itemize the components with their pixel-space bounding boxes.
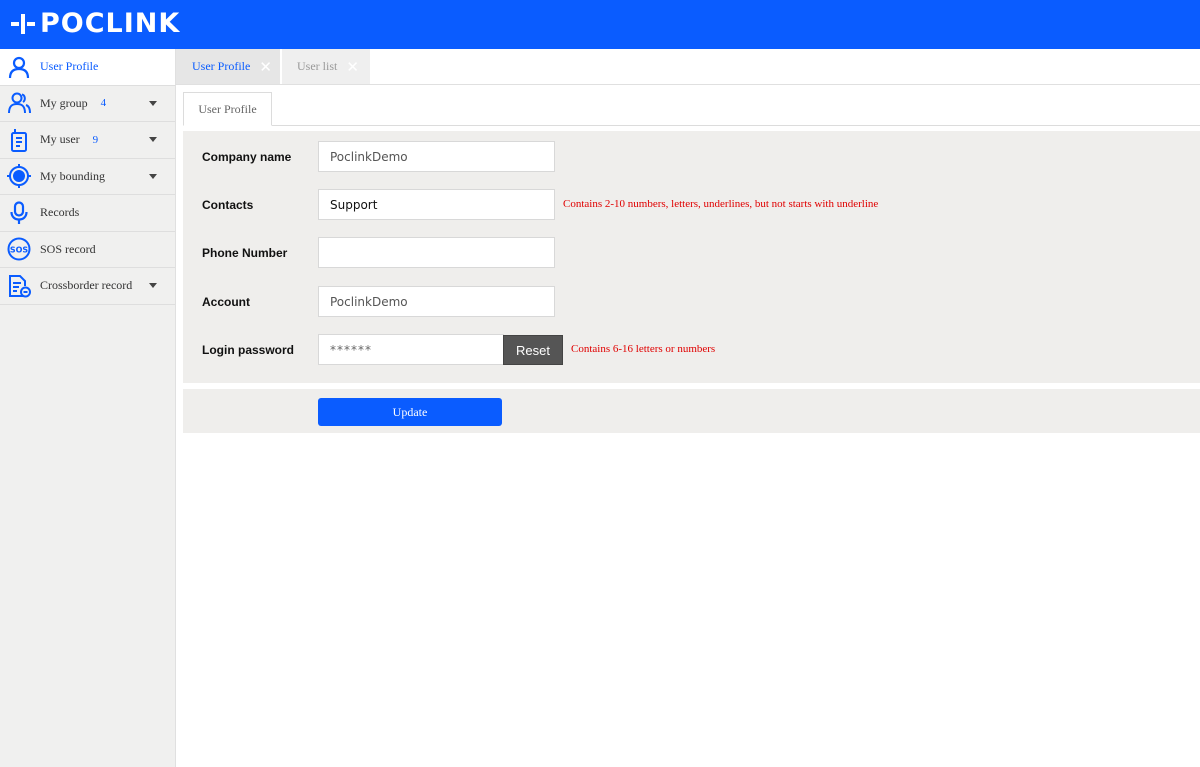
login-password-label: Login password [202, 343, 295, 357]
contacts-label: Contacts [202, 198, 254, 212]
tab-label: User list [297, 59, 338, 73]
user-icon [7, 55, 31, 79]
reset-password-button[interactable]: Reset [503, 335, 563, 365]
brand-logo[interactable]: POCLINK [11, 9, 180, 39]
sidebar-item-crossborder-record[interactable]: Crossborder record [0, 268, 175, 305]
top-bar: POCLINK [0, 0, 1200, 49]
logo-mark-icon [11, 12, 35, 36]
contacts-hint: Contains 2-10 numbers, letters, underlin… [563, 198, 879, 210]
subtab-label: User Profile [198, 101, 257, 116]
sidebar-item-my-bounding[interactable]: My bounding [0, 159, 175, 195]
group-icon [7, 91, 31, 115]
chevron-down-icon[interactable] [149, 173, 157, 179]
company-name-field[interactable]: PoclinkDemo [318, 141, 555, 172]
tab-user-list[interactable]: User list ✕ [282, 49, 370, 84]
radio-device-icon [7, 128, 31, 152]
sidebar: User Profile My group 4 My user 9 My bou… [0, 49, 176, 767]
tab-label: User Profile [192, 59, 251, 73]
sidebar-item-label: My user [40, 132, 80, 147]
group-count-badge: 4 [100, 97, 107, 110]
sidebar-item-user-profile[interactable]: User Profile [0, 49, 175, 86]
sidebar-item-my-user[interactable]: My user 9 [0, 122, 175, 159]
sidebar-item-records[interactable]: Records [0, 195, 175, 232]
form-row-login-password: Login password ****** Reset Contains 6-1… [183, 334, 1200, 366]
document-icon [7, 274, 31, 298]
account-label: Account [202, 295, 250, 309]
sidebar-item-label: SOS record [40, 241, 96, 256]
update-button[interactable]: Update [318, 398, 502, 426]
form-row-account: Account PoclinkDemo [183, 286, 1200, 318]
form-actions: Update [183, 389, 1200, 433]
subtab-divider [183, 125, 1200, 126]
contacts-field[interactable]: Support [318, 189, 555, 220]
tab-user-profile[interactable]: User Profile ✕ [176, 49, 280, 84]
subtab-user-profile[interactable]: User Profile [183, 92, 272, 126]
user-count-badge: 9 [92, 133, 99, 146]
target-icon [7, 164, 31, 189]
phone-number-label: Phone Number [202, 246, 288, 260]
form-row-company-name: Company name PoclinkDemo [183, 141, 1200, 173]
profile-form: Company name PoclinkDemo Contacts Suppor… [183, 131, 1200, 383]
close-icon[interactable]: ✕ [259, 59, 272, 74]
microphone-icon [7, 201, 31, 225]
close-icon[interactable]: ✕ [346, 59, 359, 74]
login-password-field[interactable]: ****** [318, 334, 504, 365]
company-name-label: Company name [202, 150, 292, 164]
phone-number-field[interactable] [318, 237, 555, 268]
chevron-down-icon[interactable] [149, 137, 157, 142]
form-row-phone-number: Phone Number [183, 237, 1200, 269]
chevron-down-icon[interactable] [149, 283, 157, 288]
chevron-down-icon[interactable] [149, 100, 157, 106]
form-row-contacts: Contacts Support Contains 2-10 numbers, … [183, 189, 1200, 221]
brand-name: POCLINK [40, 8, 181, 39]
sidebar-item-label: User Profile [40, 59, 99, 74]
sidebar-item-label: Records [40, 205, 80, 220]
sidebar-item-label: My group [40, 95, 88, 110]
sos-icon: SOS [7, 237, 31, 261]
tab-bar: User Profile ✕ User list ✕ [176, 49, 1200, 85]
sidebar-item-sos-record[interactable]: SOS SOS record [0, 232, 175, 268]
sidebar-item-label: My bounding [40, 168, 106, 183]
sidebar-item-label: Crossborder record [40, 278, 133, 293]
account-field[interactable]: PoclinkDemo [318, 286, 555, 317]
sidebar-item-my-group[interactable]: My group 4 [0, 86, 175, 122]
password-hint: Contains 6-16 letters or numbers [571, 343, 716, 355]
svg-text:SOS: SOS [10, 246, 29, 255]
